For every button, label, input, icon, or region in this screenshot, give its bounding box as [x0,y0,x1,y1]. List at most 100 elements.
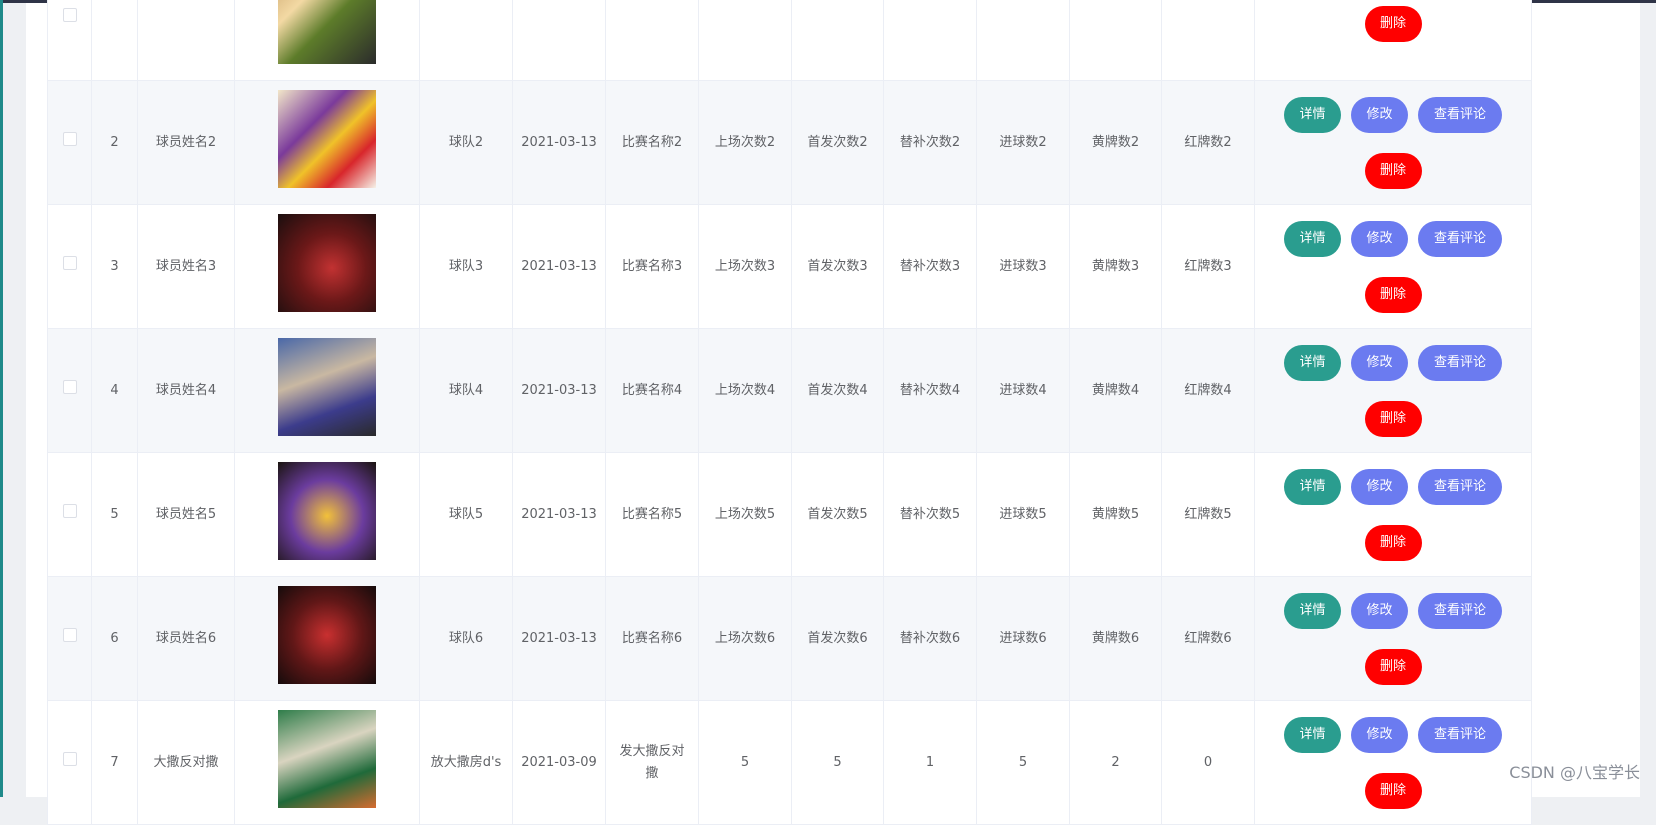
row-checkbox-cell[interactable] [47,0,92,81]
player-name-cell: 球员姓名3 [137,204,235,329]
starts-cell: 首发次数5 [791,452,884,577]
actions-cell: 详情 修改 查看评论 删除 [1254,80,1532,205]
date-cell: 2021-03-13 [512,328,606,453]
goals-cell [976,0,1070,81]
delete-button[interactable]: 删除 [1364,400,1422,437]
player-photo [278,337,376,436]
player-photo [278,89,376,188]
actions-cell: 详情 修改 查看评论 删除 [1254,204,1532,329]
table-row: 7 大撒反对撒 放大撒房d's 2021-03-09 发大撒反对撒 5 5 1 … [47,700,1532,825]
row-checkbox[interactable] [62,503,77,518]
subs-cell: 替补次数3 [883,204,977,329]
table-row: 2 球员姓名2 球队2 2021-03-13 比赛名称2 上场次数2 首发次数2… [47,80,1532,205]
date-cell: 2021-03-09 [512,700,606,825]
delete-button[interactable]: 删除 [1364,276,1422,313]
player-photo-cell [234,204,420,329]
row-checkbox-cell[interactable] [47,328,92,453]
row-checkbox[interactable] [62,751,77,766]
row-checkbox-cell[interactable] [47,80,92,205]
yellow-cards-cell: 黄牌数3 [1069,204,1162,329]
team-cell: 球队6 [419,576,513,701]
red-cards-cell: 0 [1161,700,1255,825]
row-checkbox[interactable] [62,379,77,394]
yellow-cards-cell: 黄牌数2 [1069,80,1162,205]
player-photo-cell [234,80,420,205]
appearances-cell: 上场次数5 [698,452,792,577]
detail-button[interactable]: 详情 [1284,592,1341,629]
edit-button[interactable]: 修改 [1351,716,1408,753]
table-row: 3 球员姓名3 球队3 2021-03-13 比赛名称3 上场次数3 首发次数3… [47,204,1532,329]
actions-cell: 详情 修改 查看评论 删除 [1254,700,1532,825]
subs-cell: 替补次数5 [883,452,977,577]
subs-cell: 1 [883,700,977,825]
edit-button[interactable]: 修改 [1351,592,1408,629]
appearances-cell: 上场次数3 [698,204,792,329]
appearances-cell: 上场次数2 [698,80,792,205]
view-comments-button[interactable]: 查看评论 [1418,716,1502,753]
edit-button[interactable]: 修改 [1351,220,1408,257]
goals-cell: 进球数5 [976,452,1070,577]
subs-cell: 替补次数4 [883,328,977,453]
player-name-cell: 球员姓名6 [137,576,235,701]
row-checkbox-cell[interactable] [47,452,92,577]
row-checkbox-cell[interactable] [47,576,92,701]
player-photo [278,709,376,808]
row-index: 5 [91,452,138,577]
team-cell: 球队5 [419,452,513,577]
player-name-cell: 球员姓名5 [137,452,235,577]
table-row: 删除 [47,0,1532,81]
detail-button[interactable]: 详情 [1284,220,1341,257]
player-photo [278,461,376,560]
actions-cell: 详情 修改 查看评论 删除 [1254,452,1532,577]
player-name-cell: 球员姓名2 [137,80,235,205]
view-comments-button[interactable]: 查看评论 [1418,220,1502,257]
detail-button[interactable]: 详情 [1284,716,1341,753]
appearances-cell [698,0,792,81]
team-cell: 球队3 [419,204,513,329]
actions-cell: 删除 [1254,0,1532,81]
edit-button[interactable]: 修改 [1351,468,1408,505]
detail-button[interactable]: 详情 [1284,344,1341,381]
date-cell: 2021-03-13 [512,204,606,329]
actions-cell: 详情 修改 查看评论 删除 [1254,328,1532,453]
delete-button[interactable]: 删除 [1364,5,1422,42]
red-cards-cell: 红牌数2 [1161,80,1255,205]
row-index [91,0,138,81]
subs-cell: 替补次数2 [883,80,977,205]
actions-cell: 详情 修改 查看评论 删除 [1254,576,1532,701]
appearances-cell: 上场次数6 [698,576,792,701]
delete-button[interactable]: 删除 [1364,524,1422,561]
player-photo [278,0,376,64]
edit-button[interactable]: 修改 [1351,96,1408,133]
table-row: 4 球员姓名4 球队4 2021-03-13 比赛名称4 上场次数4 首发次数4… [47,328,1532,453]
view-comments-button[interactable]: 查看评论 [1418,344,1502,381]
starts-cell: 首发次数3 [791,204,884,329]
view-comments-button[interactable]: 查看评论 [1418,468,1502,505]
delete-button[interactable]: 删除 [1364,648,1422,685]
date-cell: 2021-03-13 [512,576,606,701]
player-photo [278,585,376,684]
row-checkbox[interactable] [62,131,77,146]
row-checkbox[interactable] [62,7,77,22]
view-comments-button[interactable]: 查看评论 [1418,96,1502,133]
row-checkbox[interactable] [62,255,77,270]
delete-button[interactable]: 删除 [1364,152,1422,189]
red-cards-cell: 红牌数3 [1161,204,1255,329]
goals-cell: 进球数4 [976,328,1070,453]
match-cell: 比赛名称4 [605,328,699,453]
detail-button[interactable]: 详情 [1284,468,1341,505]
row-checkbox-cell[interactable] [47,700,92,825]
team-cell: 球队4 [419,328,513,453]
delete-button[interactable]: 删除 [1364,772,1422,809]
player-photo-cell [234,452,420,577]
row-checkbox[interactable] [62,627,77,642]
player-photo-cell [234,576,420,701]
team-cell: 球队2 [419,80,513,205]
detail-button[interactable]: 详情 [1284,96,1341,133]
player-stats-table: 删除 2 球员姓名2 球队2 2021-03-13 比赛名称2 上场次数2 首发… [47,0,1532,825]
view-comments-button[interactable]: 查看评论 [1418,592,1502,629]
row-index: 7 [91,700,138,825]
row-checkbox-cell[interactable] [47,204,92,329]
edit-button[interactable]: 修改 [1351,344,1408,381]
match-cell: 比赛名称3 [605,204,699,329]
